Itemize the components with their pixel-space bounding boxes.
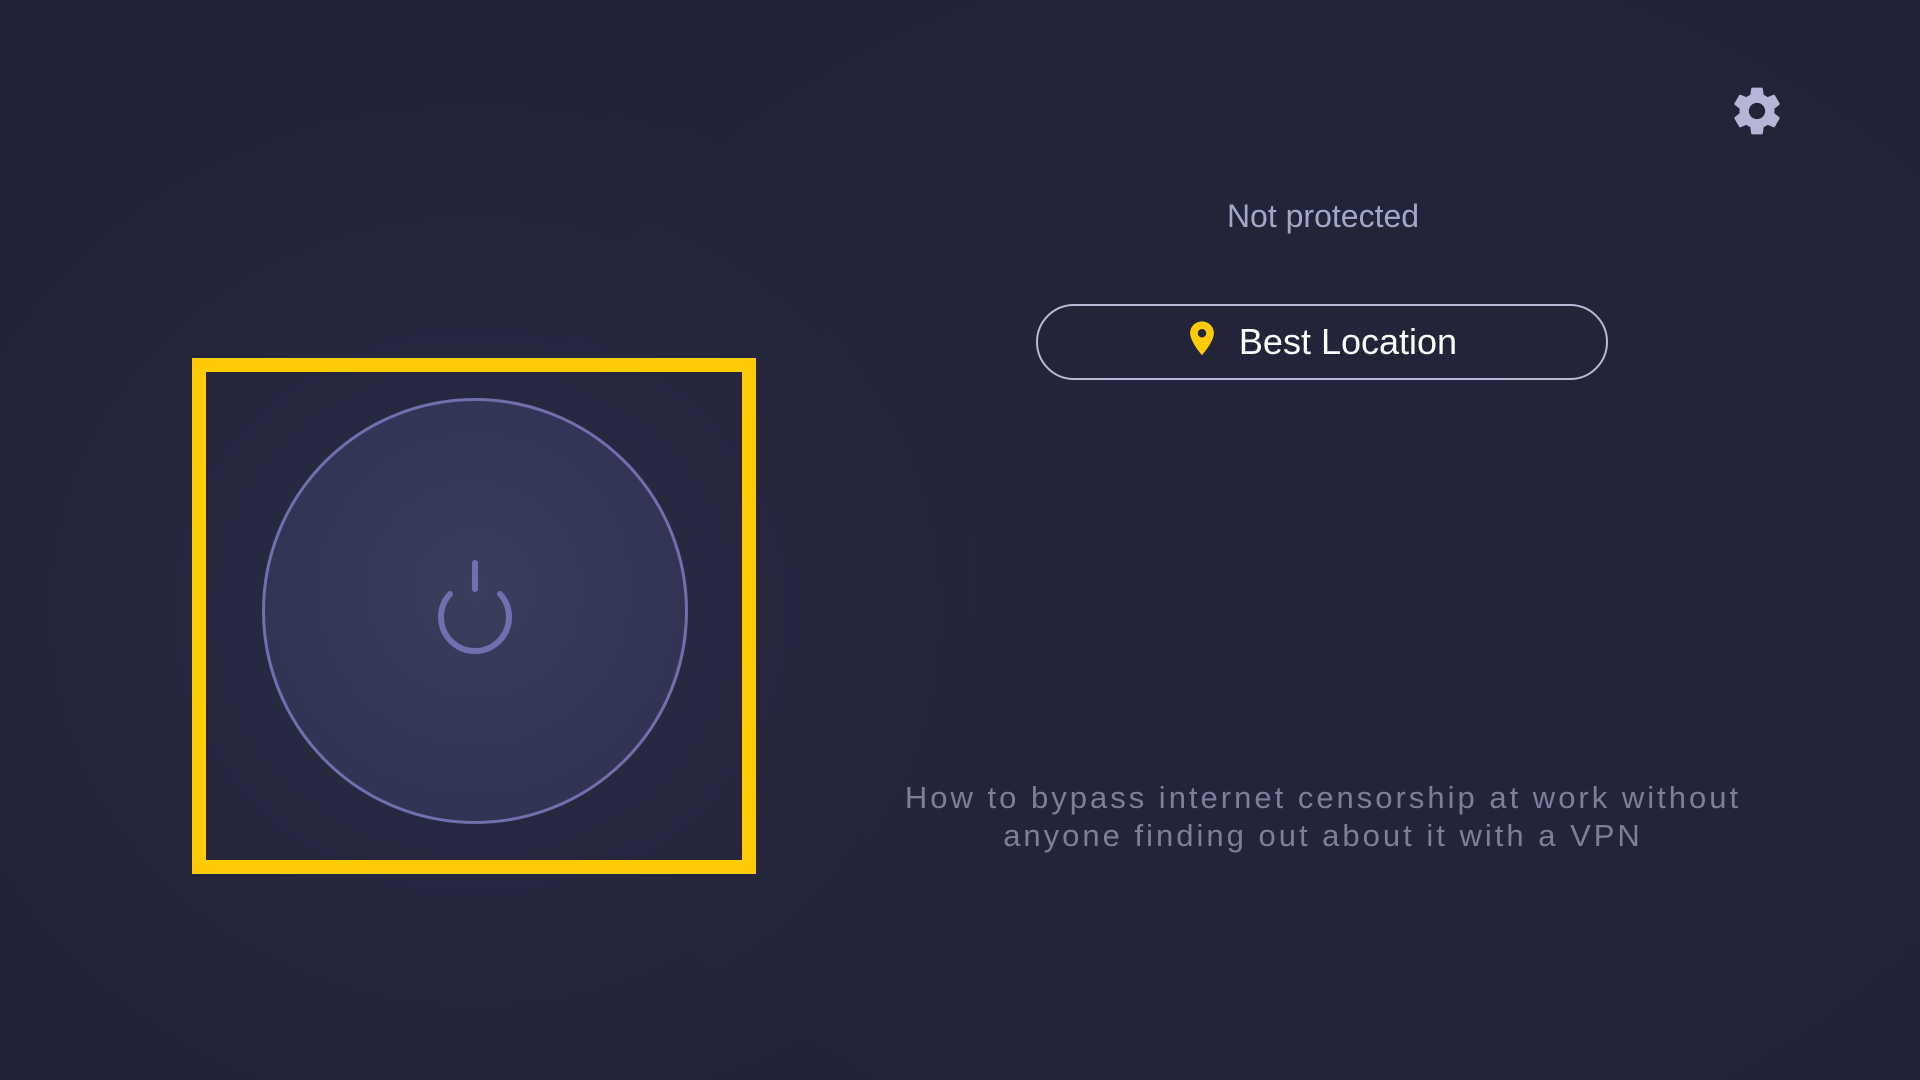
vpn-home-screen: Not protected Best Location How to bypas… <box>0 0 1920 1080</box>
article-link-text[interactable]: How to bypass internet censorship at wor… <box>903 779 1743 855</box>
location-label: Best Location <box>1238 321 1458 362</box>
connection-status-text: Not protected <box>1226 198 1420 234</box>
settings-button[interactable] <box>1729 83 1785 139</box>
location-selector-button[interactable]: Best Location <box>1036 304 1608 380</box>
power-connect-button[interactable] <box>262 398 688 824</box>
location-pin-icon <box>1187 320 1217 358</box>
power-icon <box>438 560 512 654</box>
gear-icon <box>1734 87 1780 135</box>
